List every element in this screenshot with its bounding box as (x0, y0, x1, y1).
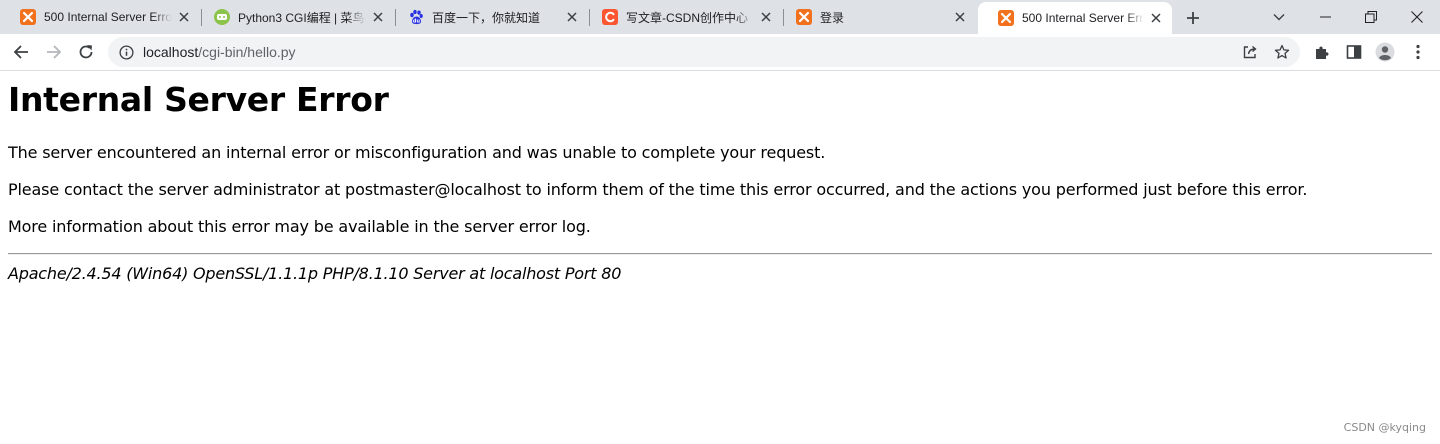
puzzle-icon (1314, 44, 1330, 60)
menu-button[interactable] (1404, 38, 1432, 66)
address-bar[interactable]: localhost/cgi-bin/hello.py (108, 37, 1300, 67)
close-icon[interactable] (952, 9, 968, 25)
tab-title: 500 Internal Server Error (1022, 11, 1144, 25)
arrow-right-icon (46, 44, 62, 60)
plus-icon (1186, 11, 1200, 25)
error-paragraph-2: Please contact the server administrator … (8, 180, 1308, 199)
new-tab-button[interactable] (1180, 5, 1206, 31)
reload-button[interactable] (72, 38, 100, 66)
close-icon (1411, 11, 1423, 23)
info-icon[interactable] (118, 44, 134, 60)
forward-button[interactable] (40, 38, 68, 66)
window-close-button[interactable] (1394, 0, 1440, 34)
close-icon[interactable] (564, 9, 580, 25)
error-paragraph-1: The server encountered an internal error… (8, 143, 826, 162)
chevron-down-icon (1273, 13, 1285, 21)
restore-icon (1365, 11, 1377, 23)
close-icon[interactable] (370, 9, 386, 25)
tab-500-error-active[interactable]: 500 Internal Server Error (978, 2, 1172, 34)
url-path: /cgi-bin/hello.py (198, 44, 296, 60)
close-icon[interactable] (758, 9, 774, 25)
tab-search-button[interactable] (1256, 0, 1302, 34)
side-panel-icon (1346, 44, 1362, 60)
tab-title: 登录 (820, 10, 845, 25)
bookmark-star-icon[interactable] (1268, 38, 1296, 66)
page-content: Internal Server Error The server encount… (0, 72, 1440, 444)
minimize-button[interactable] (1302, 0, 1348, 34)
back-button[interactable] (7, 38, 35, 66)
url-host: localhost (143, 44, 199, 60)
tab-title: 百度一下，你就知道 (432, 10, 541, 25)
close-icon[interactable] (1148, 10, 1164, 26)
error-paragraph-3: More information about this error may be… (8, 217, 591, 236)
tab-python-cgi[interactable]: Python3 CGI编程 | 菜鸟教程 (194, 0, 394, 34)
tab-strip: 500 Internal Server Error Python3 CGI编程 … (0, 0, 1440, 34)
tab-csdn-write[interactable]: 写文章-CSDN创作中心 (582, 0, 782, 34)
reload-icon (78, 44, 94, 60)
side-panel-button[interactable] (1340, 38, 1368, 66)
runoob-icon (214, 9, 230, 25)
kebab-menu-icon (1416, 44, 1420, 60)
xampp-icon (796, 9, 812, 25)
tab-title: 500 Internal Server Error (44, 10, 172, 24)
minimize-icon (1319, 16, 1331, 18)
extensions-button[interactable] (1308, 38, 1336, 66)
page-title: Internal Server Error (8, 80, 389, 119)
tab-title: 写文章-CSDN创作中心 (626, 10, 748, 25)
share-icon[interactable] (1236, 38, 1264, 66)
tab-baidu[interactable]: du 百度一下，你就知道 (388, 0, 588, 34)
watermark: CSDN @kyqing (1343, 421, 1426, 434)
arrow-left-icon (13, 44, 29, 60)
xampp-icon (20, 9, 36, 25)
url-text[interactable]: localhost/cgi-bin/hello.py (143, 44, 296, 60)
tab-500-error-1[interactable]: 500 Internal Server Error (0, 0, 200, 34)
avatar-icon (1375, 42, 1395, 62)
baidu-paw-icon: du (408, 9, 424, 25)
tab-login[interactable]: 登录 (776, 0, 976, 34)
server-signature: Apache/2.4.54 (Win64) OpenSSL/1.1.1p PHP… (8, 264, 622, 283)
svg-text:du: du (413, 19, 421, 25)
browser-toolbar: localhost/cgi-bin/hello.py (0, 34, 1440, 71)
profile-button[interactable] (1371, 38, 1399, 66)
csdn-icon (602, 9, 618, 25)
restore-button[interactable] (1348, 0, 1394, 34)
xampp-icon (998, 10, 1014, 26)
close-icon[interactable] (176, 9, 192, 25)
divider (8, 253, 1432, 255)
tab-title: Python3 CGI编程 | 菜鸟教程 (238, 10, 366, 25)
